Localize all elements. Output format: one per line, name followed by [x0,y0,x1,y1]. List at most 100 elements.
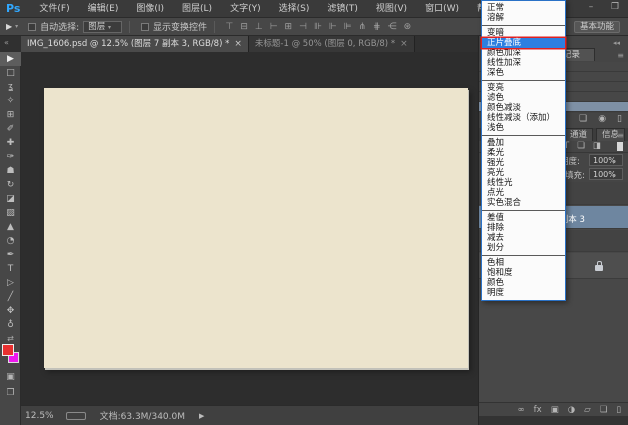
distribute-top-edges-icon[interactable]: ⊪ [310,22,325,32]
blend-mode-option[interactable]: 饱和度 [482,268,565,278]
blend-mode-option[interactable]: 划分 [482,243,565,253]
status-scrubber[interactable] [66,412,86,420]
path-selection-tool[interactable]: ▷ [0,276,21,290]
dock-collapse-icon[interactable]: ◂◂ [613,39,620,47]
menu-item[interactable]: 文字(Y) [221,0,270,18]
menu-item[interactable]: 选择(S) [270,0,319,18]
move-tool[interactable]: ▶ [0,52,21,66]
line-tool[interactable]: ╱ [0,290,21,304]
menu-item[interactable]: 文件(F) [30,0,78,18]
layer-effects-icon[interactable]: fx [534,405,542,415]
blend-mode-option[interactable]: 差值 [482,213,565,223]
align-bottom-edges-icon[interactable]: ⊥ [251,22,266,32]
menu-item[interactable]: 窗口(W) [416,0,468,18]
minimize-button[interactable]: – [584,2,598,12]
blend-mode-option[interactable]: 线性加深 [482,58,565,68]
toolbar-collapse-icon[interactable]: « [4,38,9,47]
new-group-icon[interactable]: ▱ [584,405,591,415]
new-document-from-state-icon[interactable]: ❏ [579,114,587,124]
blend-mode-option[interactable]: 线性光 [482,178,565,188]
rectangular-marquee-tool[interactable]: □ [0,66,21,80]
blend-mode-option[interactable]: 正常 [482,3,565,13]
filter-smart-object-icon[interactable]: ◨ [593,141,601,151]
history-panel-menu-icon[interactable]: ≡ [617,51,624,60]
zoom-tool[interactable]: ♁ [0,318,21,332]
align-vertical-centers-icon[interactable]: ⊟ [237,22,252,32]
foreground-color-swatch[interactable] [2,344,14,356]
auto-select-checkbox[interactable] [28,23,36,31]
workspace-switcher-button[interactable]: 基本功能 [574,21,620,33]
link-layers-icon[interactable]: ∞ [518,405,525,415]
close-tab-icon[interactable]: × [400,39,408,49]
pen-tool[interactable]: ✒ [0,248,21,262]
quick-mask-button[interactable]: ▣ [0,372,21,382]
distribute-right-edges-icon[interactable]: ⋲ [384,22,400,32]
document-tab-inactive[interactable]: 未标题-1 @ 50% (图层 0, RGB/8) *× [249,36,415,52]
close-tab-icon[interactable]: × [234,39,242,49]
blend-mode-option[interactable]: 色相 [482,258,565,268]
blend-mode-option[interactable]: 颜色减淡 [482,103,565,113]
blend-mode-option[interactable]: 溶解 [482,13,565,23]
blend-mode-option[interactable]: 点光 [482,188,565,198]
brush-tool[interactable]: ✑ [0,150,21,164]
blur-tool[interactable]: ▲ [0,220,21,234]
menu-item[interactable]: 图层(L) [173,0,221,18]
blend-mode-option[interactable]: 柔光 [482,148,565,158]
blend-mode-option[interactable]: 亮光 [482,168,565,178]
menu-item[interactable]: 视图(V) [367,0,416,18]
distribute-left-edges-icon[interactable]: ⋔ [355,22,370,32]
menu-item[interactable]: 图像(I) [127,0,173,18]
distribute-horizontal-centers-icon[interactable]: ⋕ [370,22,385,32]
crop-tool[interactable]: ⊞ [0,108,21,122]
dodge-tool[interactable]: ◔ [0,234,21,248]
eraser-tool[interactable]: ◪ [0,192,21,206]
blend-mode-option[interactable]: 强光 [482,158,565,168]
delete-layer-icon[interactable]: ▯ [616,405,621,415]
blend-mode-option[interactable]: 浅色 [482,123,565,133]
blend-mode-option[interactable]: 叠加 [482,138,565,148]
opacity-field[interactable]: 100%▾ [589,154,623,166]
zoom-level-field[interactable]: 12.5% [25,411,54,421]
adjustment-layer-icon[interactable]: ◑ [568,405,575,415]
blend-mode-option[interactable]: 深色 [482,68,565,78]
document-tab-active[interactable]: IMG_1606.psd @ 12.5% (图层 7 副本 3, RGB/8) … [21,36,249,52]
blend-mode-option[interactable]: 实色混合 [482,198,565,208]
screen-mode-button[interactable]: ❐ [0,388,21,398]
eyedropper-tool[interactable]: ✐ [0,122,21,136]
menu-item[interactable]: 滤镜(T) [318,0,367,18]
distribute-bottom-edges-icon[interactable]: ⊫ [340,22,355,32]
blend-mode-option[interactable]: 变暗 [482,28,565,38]
swap-colors-icon[interactable]: ⇄ [0,334,21,343]
auto-select-dropdown[interactable]: 图层 ▾ [83,21,122,33]
align-left-edges-icon[interactable]: ⊢ [266,22,281,32]
delete-state-icon[interactable]: ▯ [617,114,622,124]
gradient-tool[interactable]: ▨ [0,206,21,220]
filter-shape-icon[interactable]: ❏ [577,141,585,151]
history-brush-tool[interactable]: ↻ [0,178,21,192]
add-layer-mask-icon[interactable]: ▣ [551,405,559,415]
blend-mode-option[interactable]: 明度 [482,288,565,298]
blend-mode-option[interactable]: 排除 [482,223,565,233]
channels-tab[interactable]: 通道 [564,128,593,141]
blend-mode-option[interactable]: 变亮 [482,83,565,93]
fill-field[interactable]: 100%▾ [589,168,623,180]
blend-mode-option-selected[interactable]: 正片叠底 [482,38,565,48]
new-layer-icon[interactable]: ❏ [600,405,608,415]
blend-mode-option[interactable]: 线性减淡（添加） [482,113,565,123]
document-canvas[interactable] [44,88,468,368]
status-options-arrow-icon[interactable]: ▶ [199,412,204,420]
distribute-vertical-centers-icon[interactable]: ⊩ [325,22,340,32]
menu-item[interactable]: 编辑(E) [79,0,128,18]
tool-preset-caret-icon[interactable]: ▾ [15,23,18,30]
blend-mode-option[interactable]: 减去 [482,233,565,243]
new-snapshot-icon[interactable]: ◉ [598,114,606,124]
blend-mode-option[interactable]: 颜色 [482,278,565,288]
type-tool[interactable]: T [0,262,21,276]
align-right-edges-icon[interactable]: ⊣ [296,22,311,32]
hand-tool[interactable]: ✥ [0,304,21,318]
clone-stamp-tool[interactable]: ☗ [0,164,21,178]
show-transform-checkbox[interactable] [141,23,149,31]
layers-panel-menu-icon[interactable]: ≡ [617,131,624,140]
align-horizontal-centers-icon[interactable]: ⊞ [281,22,296,32]
blend-mode-option[interactable]: 颜色加深 [482,48,565,58]
